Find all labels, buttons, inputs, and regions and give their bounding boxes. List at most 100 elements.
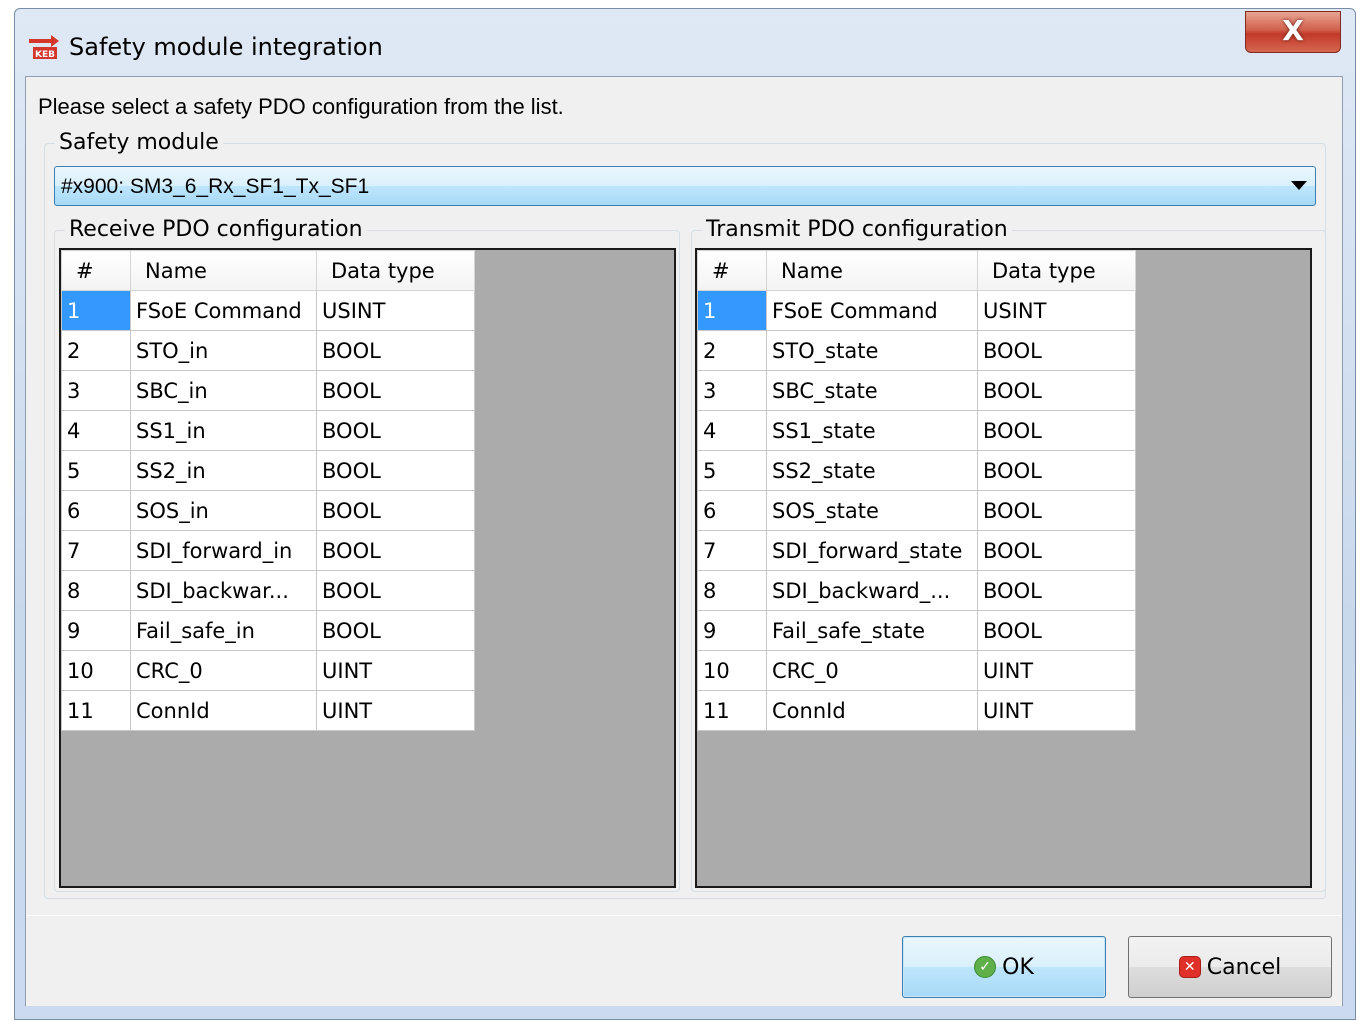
close-button[interactable]: X: [1245, 11, 1341, 53]
table-cell-name[interactable]: STO_state: [766, 330, 978, 371]
table-row[interactable]: 8 SDI_backward_... BOOL: [697, 570, 1136, 611]
table-row[interactable]: 7 SDI_forward_state BOOL: [697, 530, 1136, 571]
table-row[interactable]: 10 CRC_0 UINT: [697, 650, 1136, 691]
table-row[interactable]: 3 SBC_in BOOL: [61, 370, 475, 411]
table-cell-name[interactable]: Fail_safe_in: [130, 610, 317, 651]
table-row[interactable]: 5 SS2_state BOOL: [697, 450, 1136, 491]
table-cell-name[interactable]: SOS_in: [130, 490, 317, 531]
table-row[interactable]: 2 STO_state BOOL: [697, 330, 1136, 371]
table-cell-datatype[interactable]: BOOL: [977, 570, 1136, 611]
table-cell-num[interactable]: 6: [61, 490, 131, 531]
table-cell-datatype[interactable]: BOOL: [316, 410, 475, 451]
table-cell-num[interactable]: 1: [697, 290, 767, 331]
table-cell-num[interactable]: 6: [697, 490, 767, 531]
transmit-column-header-name[interactable]: Name: [766, 250, 978, 291]
table-cell-num[interactable]: 5: [61, 450, 131, 491]
table-cell-num[interactable]: 8: [61, 570, 131, 611]
table-cell-name[interactable]: SBC_state: [766, 370, 978, 411]
table-cell-num[interactable]: 3: [697, 370, 767, 411]
table-cell-datatype[interactable]: BOOL: [316, 490, 475, 531]
table-row[interactable]: 5 SS2_in BOOL: [61, 450, 475, 491]
table-cell-name[interactable]: SS1_in: [130, 410, 317, 451]
table-cell-datatype[interactable]: BOOL: [977, 410, 1136, 451]
table-cell-num[interactable]: 1: [61, 290, 131, 331]
receive-column-header-datatype[interactable]: Data type: [316, 250, 475, 291]
table-cell-num[interactable]: 7: [61, 530, 131, 571]
receive-column-header-num[interactable]: #: [61, 250, 131, 291]
table-cell-datatype[interactable]: UINT: [316, 690, 475, 731]
table-row[interactable]: 4 SS1_state BOOL: [697, 410, 1136, 451]
transmit-column-header-num[interactable]: #: [697, 250, 767, 291]
table-row[interactable]: 4 SS1_in BOOL: [61, 410, 475, 451]
table-cell-num[interactable]: 11: [61, 690, 131, 731]
table-cell-name[interactable]: Fail_safe_state: [766, 610, 978, 651]
table-row[interactable]: 8 SDI_backwar... BOOL: [61, 570, 475, 611]
table-cell-datatype[interactable]: BOOL: [977, 450, 1136, 491]
table-cell-name[interactable]: SS1_state: [766, 410, 978, 451]
receive-pdo-grid[interactable]: # Name Data type 1 FSoE Command USINT 2 STO_in…: [59, 248, 676, 888]
table-cell-name[interactable]: ConnId: [766, 690, 978, 731]
table-row[interactable]: 2 STO_in BOOL: [61, 330, 475, 371]
table-cell-datatype[interactable]: BOOL: [977, 370, 1136, 411]
table-cell-num[interactable]: 10: [697, 650, 767, 691]
table-row[interactable]: 6 SOS_in BOOL: [61, 490, 475, 531]
table-cell-datatype[interactable]: USINT: [977, 290, 1136, 331]
table-row[interactable]: 11 ConnId UINT: [697, 690, 1136, 731]
table-cell-num[interactable]: 5: [697, 450, 767, 491]
table-row[interactable]: 7 SDI_forward_in BOOL: [61, 530, 475, 571]
title-bar[interactable]: KEB Safety module integration X: [15, 9, 1355, 77]
table-cell-num[interactable]: 3: [61, 370, 131, 411]
table-cell-num[interactable]: 7: [697, 530, 767, 571]
receive-column-header-name[interactable]: Name: [130, 250, 317, 291]
table-cell-name[interactable]: FSoE Command: [130, 290, 317, 331]
table-cell-name[interactable]: SDI_backwar...: [130, 570, 317, 611]
table-cell-datatype[interactable]: BOOL: [316, 610, 475, 651]
table-cell-name[interactable]: SS2_in: [130, 450, 317, 491]
table-cell-datatype[interactable]: BOOL: [977, 610, 1136, 651]
table-cell-name[interactable]: SS2_state: [766, 450, 978, 491]
table-cell-datatype[interactable]: USINT: [316, 290, 475, 331]
table-cell-name[interactable]: FSoE Command: [766, 290, 978, 331]
table-row[interactable]: 1 FSoE Command USINT: [61, 290, 475, 331]
table-cell-datatype[interactable]: BOOL: [977, 530, 1136, 571]
transmit-pdo-grid[interactable]: # Name Data type 1 FSoE Command USINT 2 STO_st…: [695, 248, 1312, 888]
table-cell-datatype[interactable]: UINT: [977, 690, 1136, 731]
safety-module-dropdown[interactable]: #x900: SM3_6_Rx_SF1_Tx_SF1: [54, 166, 1316, 206]
table-cell-datatype[interactable]: BOOL: [977, 490, 1136, 531]
table-cell-datatype[interactable]: BOOL: [316, 450, 475, 491]
table-cell-num[interactable]: 10: [61, 650, 131, 691]
chevron-down-icon[interactable]: [1291, 181, 1307, 190]
table-row[interactable]: 6 SOS_state BOOL: [697, 490, 1136, 531]
table-cell-datatype[interactable]: UINT: [316, 650, 475, 691]
table-cell-datatype[interactable]: BOOL: [977, 330, 1136, 371]
table-cell-datatype[interactable]: UINT: [977, 650, 1136, 691]
table-row[interactable]: 9 Fail_safe_state BOOL: [697, 610, 1136, 651]
table-cell-num[interactable]: 4: [697, 410, 767, 451]
table-cell-num[interactable]: 11: [697, 690, 767, 731]
ok-button[interactable]: ✓ OK: [902, 936, 1106, 998]
table-cell-name[interactable]: SDI_forward_in: [130, 530, 317, 571]
table-cell-datatype[interactable]: BOOL: [316, 570, 475, 611]
table-cell-name[interactable]: STO_in: [130, 330, 317, 371]
table-cell-name[interactable]: SOS_state: [766, 490, 978, 531]
table-cell-num[interactable]: 4: [61, 410, 131, 451]
cancel-button[interactable]: ✕ Cancel: [1128, 936, 1332, 998]
table-row[interactable]: 3 SBC_state BOOL: [697, 370, 1136, 411]
table-cell-name[interactable]: CRC_0: [130, 650, 317, 691]
table-row[interactable]: 9 Fail_safe_in BOOL: [61, 610, 475, 651]
table-cell-name[interactable]: SBC_in: [130, 370, 317, 411]
table-cell-name[interactable]: SDI_backward_...: [766, 570, 978, 611]
table-cell-num[interactable]: 2: [61, 330, 131, 371]
table-cell-num[interactable]: 9: [697, 610, 767, 651]
table-cell-num[interactable]: 8: [697, 570, 767, 611]
table-cell-datatype[interactable]: BOOL: [316, 330, 475, 371]
transmit-column-header-datatype[interactable]: Data type: [977, 250, 1136, 291]
table-row[interactable]: 1 FSoE Command USINT: [697, 290, 1136, 331]
table-cell-datatype[interactable]: BOOL: [316, 370, 475, 411]
table-row[interactable]: 10 CRC_0 UINT: [61, 650, 475, 691]
table-cell-name[interactable]: ConnId: [130, 690, 317, 731]
table-cell-datatype[interactable]: BOOL: [316, 530, 475, 571]
table-cell-name[interactable]: SDI_forward_state: [766, 530, 978, 571]
table-row[interactable]: 11 ConnId UINT: [61, 690, 475, 731]
table-cell-name[interactable]: CRC_0: [766, 650, 978, 691]
